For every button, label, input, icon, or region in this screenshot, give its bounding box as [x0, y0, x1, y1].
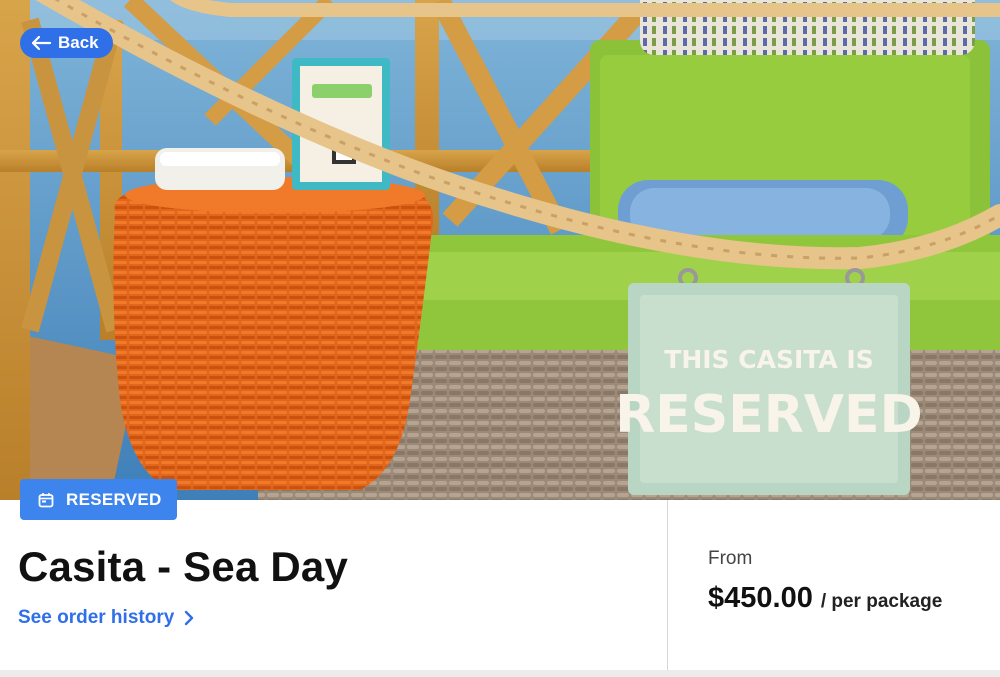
- panel-divider: [667, 500, 668, 670]
- back-label: Back: [58, 33, 99, 52]
- order-history-label: See order history: [18, 607, 175, 628]
- arrow-left-icon: [31, 35, 52, 51]
- order-history-link[interactable]: See order history: [18, 607, 194, 629]
- bottom-divider: [0, 670, 1000, 677]
- price-row: $450.00 / per package: [708, 582, 942, 615]
- sign-line-2: RESERVED: [615, 385, 923, 445]
- casita-photo: THIS CASITA IS RESERVED: [0, 0, 1000, 500]
- status-label: RESERVED: [66, 489, 162, 509]
- status-badge: RESERVED: [20, 479, 177, 520]
- product-info-panel: Casita - Sea Day See order history From …: [0, 500, 1000, 670]
- chevron-right-icon: [185, 610, 194, 626]
- hero-image: THIS CASITA IS RESERVED: [0, 0, 1000, 500]
- sign-line-1: THIS CASITA IS: [664, 345, 873, 374]
- back-button[interactable]: Back: [20, 28, 113, 58]
- price-unit: / per package: [820, 591, 943, 612]
- calendar-icon: [38, 492, 54, 507]
- page-title: Casita - Sea Day: [18, 543, 349, 590]
- price-value: $450.00: [708, 582, 813, 614]
- price-from-label: From: [708, 548, 753, 569]
